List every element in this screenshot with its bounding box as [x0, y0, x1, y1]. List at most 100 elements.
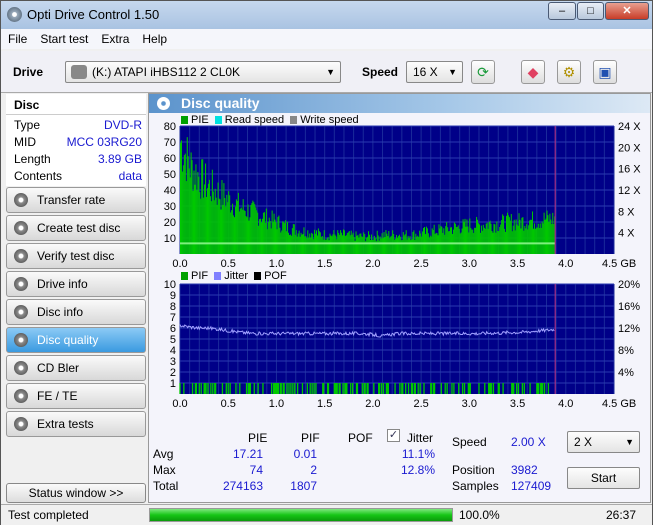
x-tick-label: 4.5 GB — [602, 258, 636, 270]
pie-bar — [429, 235, 431, 254]
nav-transfer-rate[interactable]: Transfer rate — [6, 187, 146, 213]
menu-help[interactable]: Help — [135, 29, 173, 46]
pie-bar — [516, 224, 518, 254]
pie-bar — [377, 235, 379, 254]
nav-cd-bler[interactable]: CD Bler — [6, 355, 146, 381]
y-tick-label: 50 — [164, 169, 176, 181]
nav-disc-info[interactable]: Disc info — [6, 299, 146, 325]
pie-bar — [440, 225, 442, 254]
drive-select[interactable]: (K:) ATAPI iHBS112 2 CL0K ▼ — [65, 61, 341, 83]
pie-bar — [477, 219, 479, 254]
nav-label: Drive info — [37, 277, 88, 291]
nav-verify-test-disc[interactable]: Verify test disc — [6, 243, 146, 269]
nav-disc-quality[interactable]: Disc quality — [6, 327, 146, 353]
nav-create-test-disc[interactable]: Create test disc — [6, 215, 146, 241]
pie-bar — [327, 237, 329, 254]
nav-extra-tests[interactable]: Extra tests — [6, 411, 146, 437]
speed-value: 16 X — [413, 65, 438, 79]
close-button[interactable]: ✕ — [605, 2, 649, 20]
pie-bar — [401, 239, 403, 254]
elapsed-time: 26:37 — [606, 508, 637, 522]
pie-bar — [310, 237, 312, 254]
pie-bar — [339, 234, 341, 254]
pie-bar — [224, 198, 226, 254]
pie-bar — [294, 234, 296, 254]
pie-bar — [258, 225, 260, 254]
charts: 10 20 30 40 50 60 70 80 4 X 8 X 12 X 16 X 20 X 24 X 0.… — [164, 121, 642, 410]
minimize-button[interactable]: – — [548, 2, 576, 20]
refresh-button[interactable]: ⟳ — [471, 60, 495, 84]
pie-bar — [313, 239, 315, 254]
pie-bar — [474, 227, 476, 254]
pie-bar — [464, 218, 466, 254]
pie-bar — [238, 211, 240, 254]
pie-bar — [382, 237, 384, 254]
save-button[interactable]: ▣ — [593, 60, 617, 84]
pie-bar — [262, 212, 264, 254]
pie-bar — [444, 234, 446, 254]
pie-bar — [471, 229, 473, 254]
pie-bar — [396, 234, 398, 254]
nav-drive-info[interactable]: Drive info — [6, 271, 146, 297]
pie-bar — [548, 221, 550, 254]
erase-button[interactable]: ◆ — [521, 60, 545, 84]
pie-bar — [261, 222, 263, 254]
pie-bar — [336, 239, 338, 254]
pie-bar — [197, 172, 199, 254]
pie-bar — [349, 235, 351, 254]
pie-bar — [500, 224, 502, 254]
pie-bar — [362, 236, 364, 254]
pie-bar — [271, 210, 273, 254]
menu-start-test[interactable]: Start test — [33, 29, 94, 46]
samples-value: 127409 — [511, 479, 552, 493]
pie-bar — [248, 220, 250, 254]
test-speed-select[interactable]: 2 X ▼ — [567, 431, 640, 453]
y2-tick-label: 12 X — [618, 185, 641, 197]
pie-bar — [472, 229, 474, 254]
pie-bar — [234, 217, 236, 254]
start-button[interactable]: Start — [567, 467, 640, 489]
pie-bar — [182, 165, 184, 254]
x-tick-label: 2.0 — [365, 258, 380, 270]
stat-pie: 17.21 — [232, 447, 263, 461]
pie-bar — [367, 236, 369, 254]
disc-value: 3.89 GB — [97, 152, 142, 166]
pie-bar — [233, 215, 235, 254]
pie-bar — [279, 227, 281, 254]
settings-button[interactable]: ⚙ — [557, 60, 581, 84]
pie-bar — [476, 216, 478, 254]
jitter-checkbox[interactable]: ✓ — [387, 429, 400, 442]
maximize-button[interactable]: □ — [577, 2, 604, 20]
speed-select[interactable]: 16 X ▼ — [406, 61, 463, 83]
pie-bar — [456, 226, 458, 254]
pie-bar — [342, 229, 344, 254]
pie-bar — [443, 228, 445, 254]
disc-row-mid: MID MCC 03RG20 — [14, 135, 142, 151]
nav-label: Extra tests — [37, 417, 94, 431]
samples-label: Samples — [452, 479, 499, 493]
pie-bar — [391, 235, 393, 254]
pie-bar — [521, 217, 523, 254]
x-tick-label: 1.5 — [317, 398, 332, 410]
pie-bar — [268, 217, 270, 254]
pie-bar — [531, 219, 533, 254]
pie-bar — [215, 197, 217, 254]
pie-bar — [517, 225, 519, 254]
pie-bar — [211, 169, 213, 254]
pie-bar — [406, 239, 408, 254]
disc-key: Length — [14, 152, 51, 166]
pie-bar — [304, 236, 306, 254]
status-window-button[interactable]: Status window >> — [6, 483, 146, 503]
pie-bar — [226, 194, 228, 254]
pie-bar — [507, 215, 509, 254]
pie-bar — [535, 227, 537, 254]
disc-icon — [14, 361, 28, 375]
nav-fe-te[interactable]: FE / TE — [6, 383, 146, 409]
disc-icon — [14, 221, 28, 235]
menu-file[interactable]: File — [1, 29, 33, 46]
menu-extra[interactable]: Extra — [94, 29, 135, 46]
pie-bar — [438, 224, 440, 254]
sidebar: Disc Type DVD-R MID MCC 03RG20 Length 3.89 GB… — [1, 94, 147, 504]
floppy-icon: ▣ — [598, 64, 612, 80]
pie-bar — [489, 220, 491, 254]
